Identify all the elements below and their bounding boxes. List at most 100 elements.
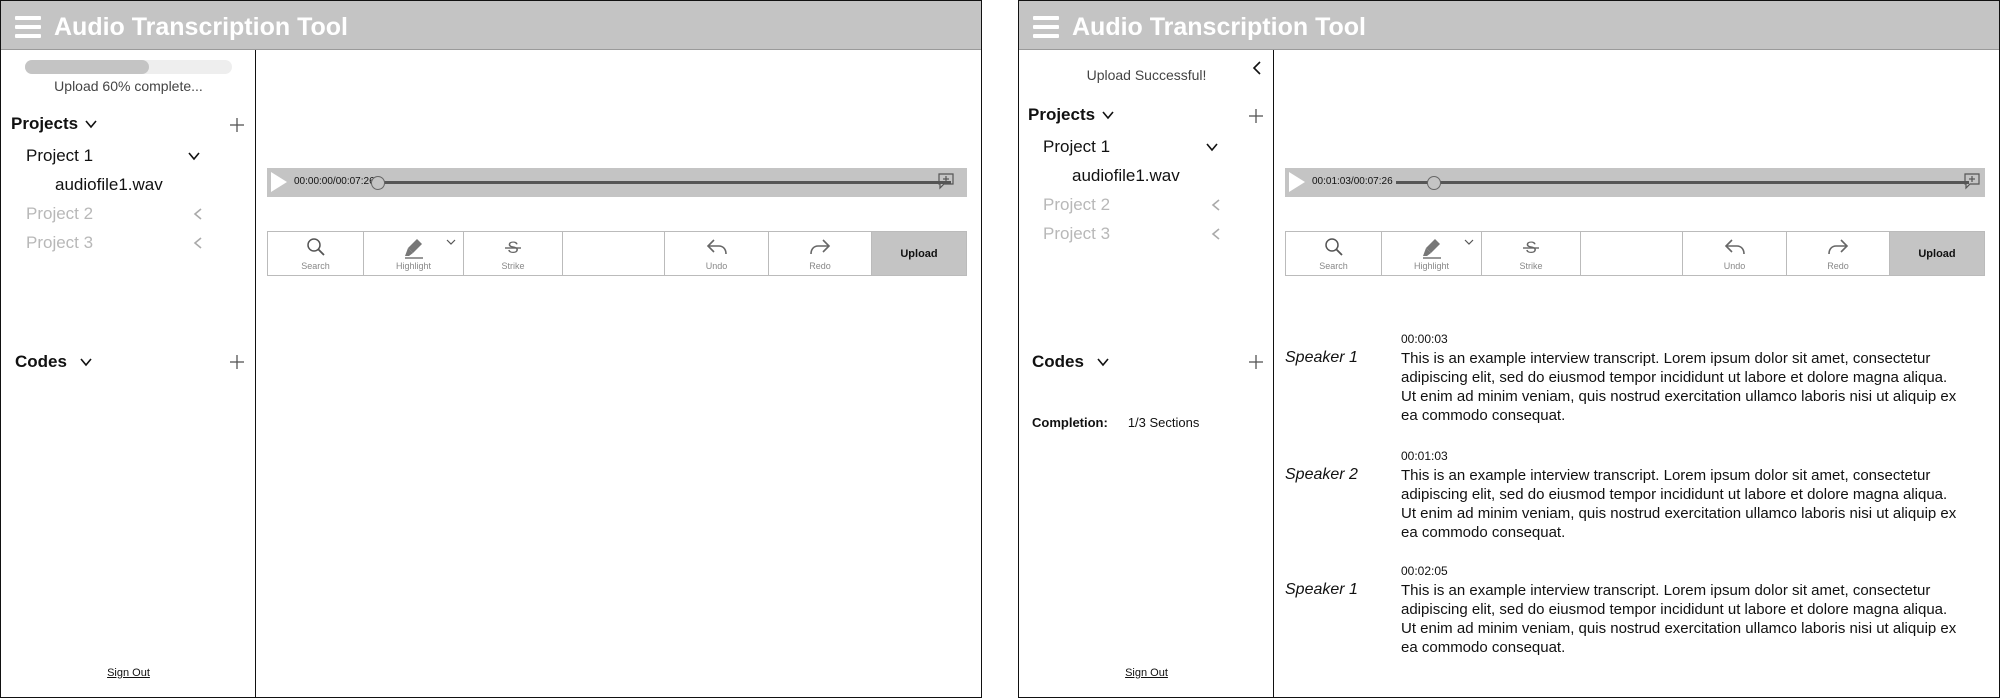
- codes-header[interactable]: Codes: [1032, 352, 1110, 372]
- undo-icon: [1724, 239, 1745, 255]
- timestamp[interactable]: 00:00:03: [1401, 332, 1448, 346]
- search-label: Search: [1319, 261, 1348, 271]
- timestamp[interactable]: 00:02:05: [1401, 564, 1448, 578]
- undo-button[interactable]: Undo: [665, 232, 769, 275]
- highlight-button[interactable]: Highlight: [1382, 232, 1482, 275]
- chevron-left-icon[interactable]: [1248, 59, 1266, 77]
- search-button[interactable]: Search: [268, 232, 364, 275]
- redo-button[interactable]: Redo: [769, 232, 872, 275]
- highlight-icon: [404, 239, 423, 259]
- chevron-down-icon[interactable]: [84, 117, 98, 131]
- codes-label: Codes: [15, 352, 67, 371]
- project-item-2[interactable]: Project 2: [26, 204, 93, 224]
- menu-icon[interactable]: [15, 16, 41, 38]
- audio-player: 00:00:00/00:07:26: [267, 168, 967, 197]
- upload-button[interactable]: Upload: [1890, 232, 1984, 275]
- undo-label: Undo: [1723, 261, 1746, 271]
- project-item-2[interactable]: Project 2: [1043, 195, 1110, 215]
- codes-header[interactable]: Codes: [15, 352, 93, 372]
- completion-value: 1/3 Sections: [1127, 415, 1200, 430]
- chevron-left-icon[interactable]: [191, 207, 205, 221]
- toolbar: Search Highlight S Strike Undo Redo Uplo…: [1285, 231, 1985, 276]
- app-title: Audio Transcription Tool: [54, 13, 348, 41]
- screen-uploading: Audio Transcription Tool Upload 60% comp…: [0, 0, 982, 698]
- search-icon: [306, 238, 325, 256]
- transcript-text[interactable]: This is an example interview transcript.…: [1401, 581, 1961, 657]
- menu-icon[interactable]: [1033, 16, 1059, 38]
- project-item-1[interactable]: Project 1: [1043, 137, 1110, 157]
- chevron-down-icon[interactable]: [187, 149, 201, 163]
- redo-icon: [810, 239, 831, 255]
- player-scrubber[interactable]: [378, 181, 951, 184]
- speaker-label: Speaker 1: [1285, 349, 1358, 366]
- toolbar: Search Highlight S Strike Undo Redo Uplo…: [267, 231, 967, 276]
- sidebar: Upload 60% complete... Projects Project …: [1, 50, 256, 697]
- player-scrubber[interactable]: [1396, 181, 1969, 184]
- projects-label: Projects: [1028, 105, 1096, 124]
- project-item-3[interactable]: Project 3: [26, 233, 93, 253]
- audio-player: 00:01:03/00:07:26: [1285, 168, 1985, 197]
- app-title: Audio Transcription Tool: [1072, 13, 1366, 41]
- strike-icon: S: [505, 238, 521, 257]
- title-bar: Audio Transcription Tool: [1, 1, 981, 50]
- player-knob[interactable]: [1427, 176, 1442, 190]
- timestamp[interactable]: 00:01:03: [1401, 449, 1448, 463]
- completion-status: Completion: 1/3 Sections: [1032, 415, 1199, 430]
- chevron-left-icon[interactable]: [1209, 198, 1223, 212]
- toolbar-empty-slot: [563, 232, 665, 275]
- player-knob[interactable]: [371, 176, 385, 190]
- chevron-down-icon[interactable]: [1464, 237, 1474, 247]
- comment-add-icon[interactable]: [1963, 172, 1981, 190]
- strike-label: Strike: [1519, 261, 1543, 271]
- upload-progress-fill: [25, 60, 150, 74]
- add-code-icon[interactable]: [1247, 353, 1265, 371]
- projects-label: Projects: [11, 114, 79, 133]
- undo-label: Undo: [705, 261, 728, 271]
- search-icon: [1324, 238, 1343, 256]
- redo-button[interactable]: Redo: [1787, 232, 1890, 275]
- chevron-left-icon[interactable]: [1209, 227, 1223, 241]
- strike-button[interactable]: S Strike: [464, 232, 563, 275]
- file-item[interactable]: audiofile1.wav: [1072, 166, 1180, 186]
- search-button[interactable]: Search: [1286, 232, 1382, 275]
- project-item-1[interactable]: Project 1: [26, 146, 93, 166]
- sign-out-link[interactable]: Sign Out: [1019, 667, 1274, 679]
- add-project-icon[interactable]: [228, 116, 246, 134]
- projects-header[interactable]: Projects: [11, 114, 98, 134]
- play-icon[interactable]: [271, 172, 287, 192]
- strike-icon: S: [1523, 238, 1539, 257]
- player-time: 00:00:00/00:07:26: [294, 176, 375, 187]
- add-project-icon[interactable]: [1247, 107, 1265, 125]
- project-item-3[interactable]: Project 3: [1043, 224, 1110, 244]
- sidebar: Upload Successful! Projects Project 1 au…: [1019, 50, 1274, 697]
- highlight-label: Highlight: [395, 261, 432, 271]
- file-item[interactable]: audiofile1.wav: [55, 175, 163, 195]
- transcript-text[interactable]: This is an example interview transcript.…: [1401, 349, 1961, 425]
- add-code-icon[interactable]: [228, 353, 246, 371]
- strike-label: Strike: [501, 261, 525, 271]
- speaker-label: Speaker 2: [1285, 466, 1358, 483]
- redo-label: Redo: [1827, 261, 1849, 271]
- upload-button[interactable]: Upload: [872, 232, 966, 275]
- strike-button[interactable]: S Strike: [1482, 232, 1581, 275]
- main-panel: 00:00:00/00:07:26 Search Highlight S Str…: [257, 50, 981, 697]
- sign-out-link[interactable]: Sign Out: [1, 667, 256, 679]
- play-icon[interactable]: [1289, 172, 1305, 192]
- chevron-left-icon[interactable]: [191, 236, 205, 250]
- title-bar: Audio Transcription Tool: [1019, 1, 1999, 50]
- chevron-down-icon[interactable]: [1101, 108, 1115, 122]
- projects-header[interactable]: Projects: [1028, 105, 1115, 125]
- comment-add-icon[interactable]: [937, 172, 955, 190]
- transcript-text[interactable]: This is an example interview transcript.…: [1401, 466, 1961, 542]
- chevron-down-icon[interactable]: [1205, 140, 1219, 154]
- undo-icon: [706, 239, 727, 255]
- upload-progress-bar: [25, 60, 232, 74]
- player-time: 00:01:03/00:07:26: [1312, 176, 1393, 187]
- chevron-down-icon[interactable]: [446, 237, 456, 247]
- screen-transcript: Audio Transcription Tool Upload Successf…: [1018, 0, 2000, 698]
- chevron-down-icon[interactable]: [1096, 355, 1110, 369]
- search-label: Search: [301, 261, 330, 271]
- undo-button[interactable]: Undo: [1683, 232, 1787, 275]
- highlight-button[interactable]: Highlight: [364, 232, 464, 275]
- chevron-down-icon[interactable]: [79, 355, 93, 369]
